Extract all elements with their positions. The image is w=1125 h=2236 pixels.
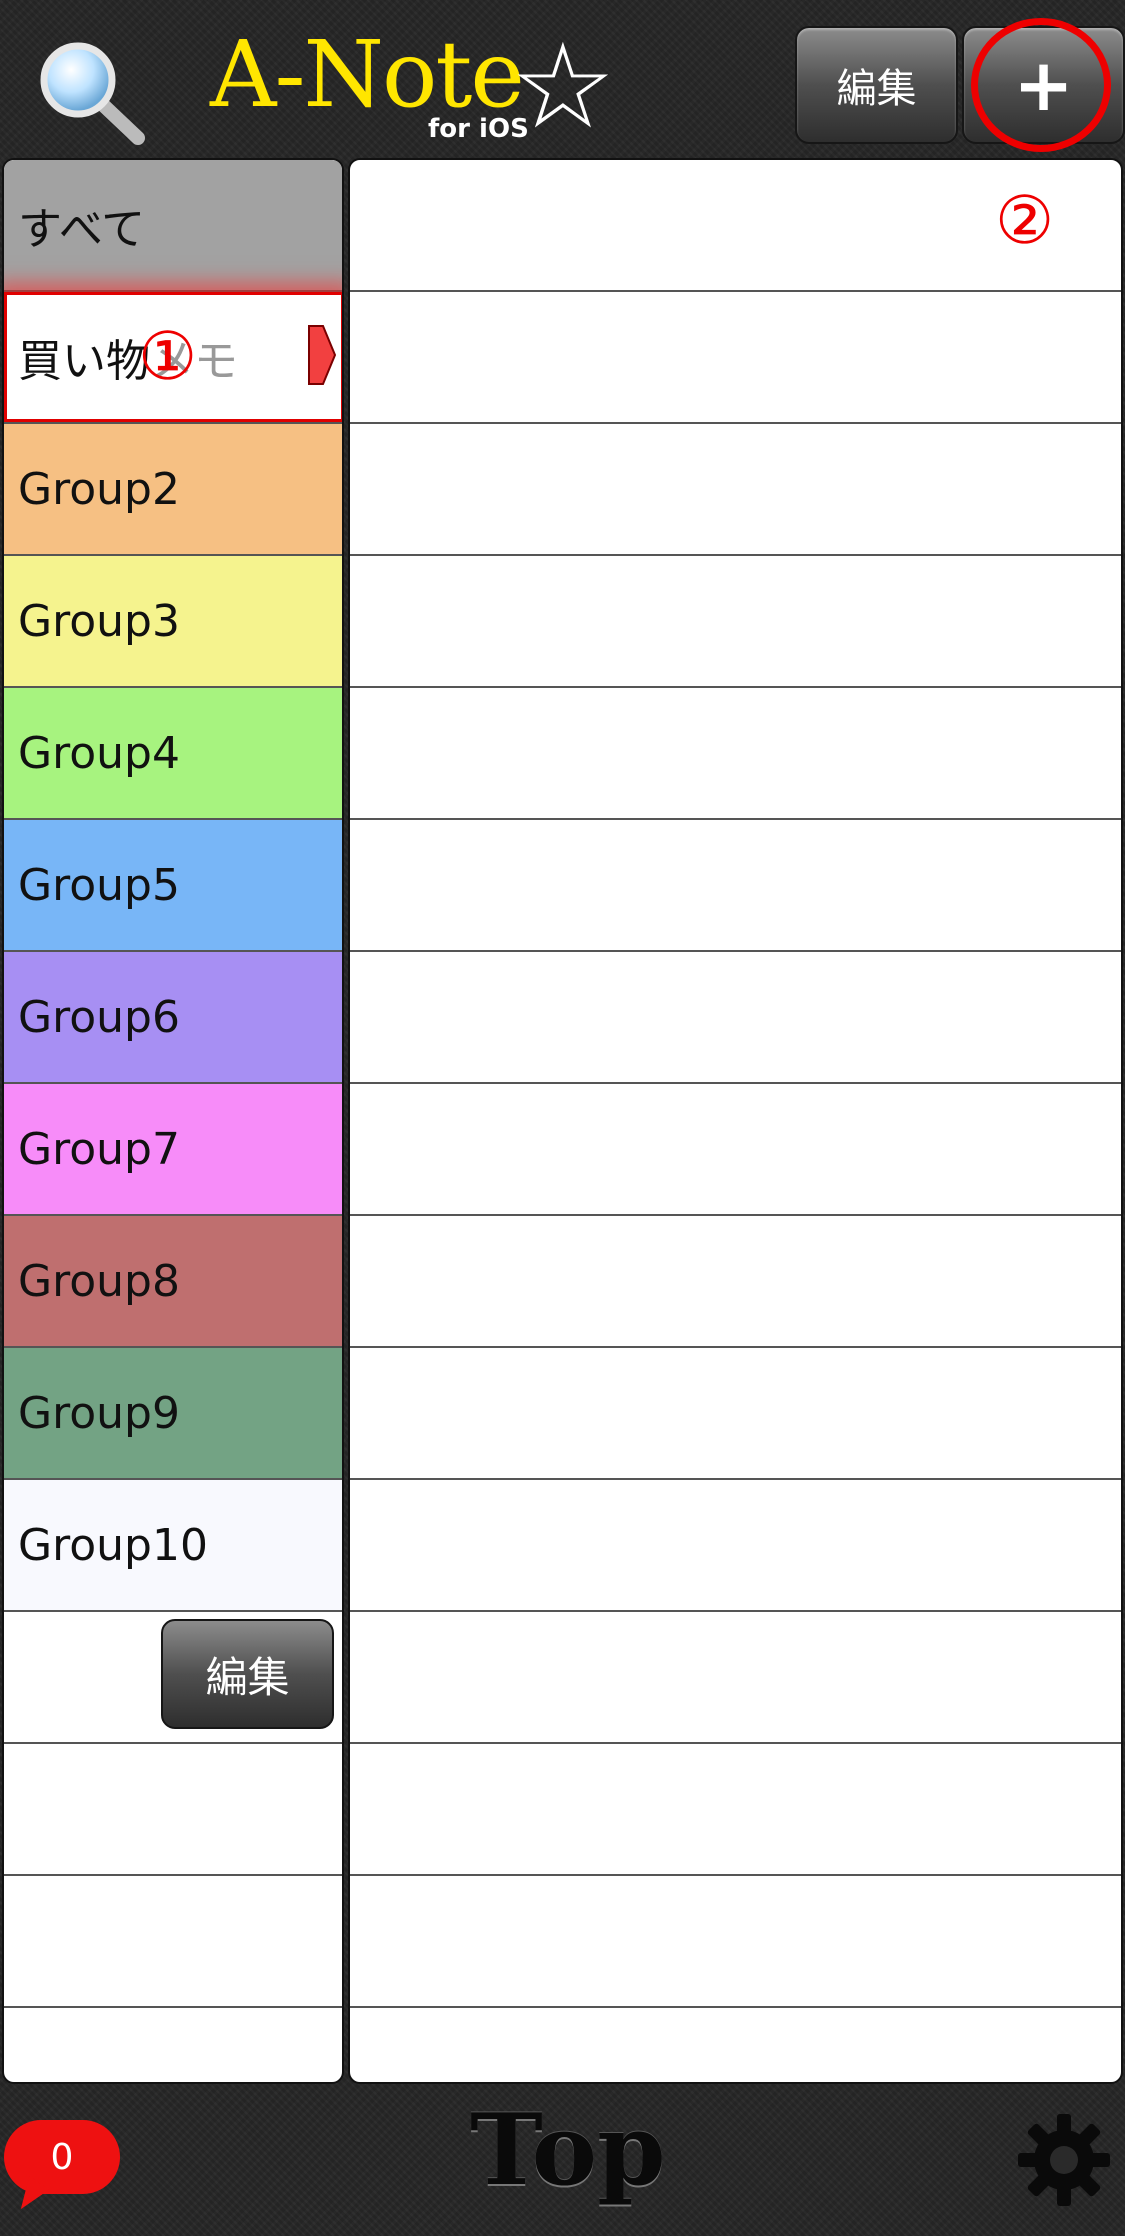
group-label: Group9 [18, 1387, 180, 1439]
note-row[interactable] [350, 424, 1121, 556]
group-label: Group4 [18, 727, 180, 779]
group-label: 買い物 [18, 336, 150, 387]
group-item-group6[interactable]: Group6 [4, 952, 342, 1084]
star-icon: ☆ [510, 17, 616, 155]
note-row[interactable] [350, 1876, 1121, 2008]
group-item-group2[interactable]: Group2 [4, 424, 342, 556]
callout-number-1: ① [138, 318, 198, 395]
group-label: すべて [18, 204, 146, 255]
edit-button[interactable]: 編集 [795, 26, 958, 144]
group-list: すべて 買い物 メモ Group2 Group3 Group4 Group5 Gr… [2, 158, 344, 2084]
group-label: Group7 [18, 1123, 180, 1175]
note-row[interactable] [350, 820, 1121, 952]
note-row[interactable] [350, 1480, 1121, 1612]
note-row[interactable] [350, 1612, 1121, 1744]
group-label: Group6 [18, 991, 180, 1043]
gear-icon[interactable] [1016, 2112, 1112, 2208]
group-item-all[interactable]: すべて [4, 160, 342, 292]
group-item-group4[interactable]: Group4 [4, 688, 342, 820]
footer-title: Top [470, 2093, 666, 2208]
group-label: Group10 [18, 1519, 208, 1571]
note-row[interactable] [350, 292, 1121, 424]
group-item-group7[interactable]: Group7 [4, 1084, 342, 1216]
group-label: Group3 [18, 595, 180, 647]
header-bar: A-Note for iOS ☆ 編集 + [0, 0, 1125, 158]
callout-number-2: ② [995, 182, 1055, 259]
group-edit-button[interactable]: 編集 [161, 1619, 334, 1729]
note-row[interactable] [350, 1348, 1121, 1480]
search-icon[interactable] [30, 30, 150, 150]
callout-circle [971, 18, 1111, 152]
group-label: Group2 [18, 463, 180, 515]
group-item-group3[interactable]: Group3 [4, 556, 342, 688]
note-row[interactable] [350, 952, 1121, 1084]
group-item-group10[interactable]: Group10 [4, 1480, 342, 1612]
note-row[interactable] [350, 1216, 1121, 1348]
empty-row [4, 1744, 342, 1876]
note-row[interactable] [350, 2008, 1121, 2082]
note-row[interactable] [350, 1084, 1121, 1216]
group-label: Group8 [18, 1255, 180, 1307]
notification-badge[interactable]: 0 [4, 2120, 120, 2194]
note-row[interactable] [350, 556, 1121, 688]
note-row[interactable] [350, 1744, 1121, 1876]
red-arrow-icon[interactable] [307, 312, 337, 398]
group-item-group9[interactable]: Group9 [4, 1348, 342, 1480]
app-logo: A-Note for iOS ☆ [210, 20, 630, 150]
empty-row [4, 1876, 342, 2008]
group-item-group5[interactable]: Group5 [4, 820, 342, 952]
group-label: Group5 [18, 859, 180, 911]
group-item-group8[interactable]: Group8 [4, 1216, 342, 1348]
note-list [348, 158, 1123, 2084]
empty-row [4, 2008, 342, 2082]
note-row[interactable] [350, 688, 1121, 820]
